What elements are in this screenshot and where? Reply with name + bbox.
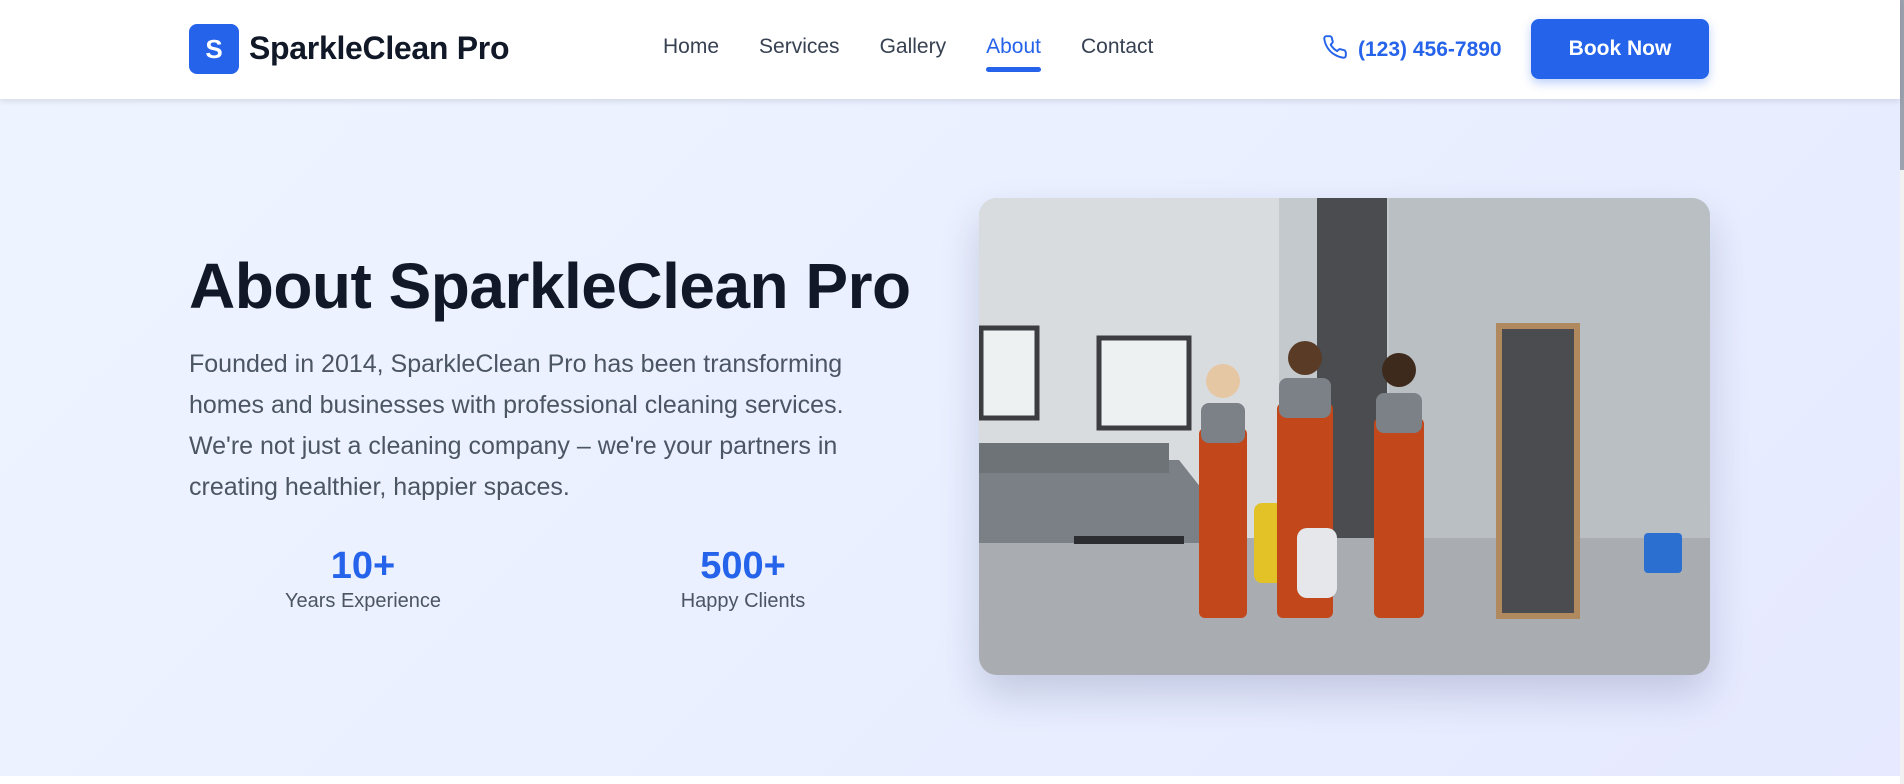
nav-item-home[interactable]: Home	[663, 33, 719, 61]
nav-item-contact[interactable]: Contact	[1081, 33, 1153, 61]
about-hero: About SparkleClean Pro Founded in 2014, …	[0, 99, 1900, 776]
about-description: Founded in 2014, SparkleClean Pro has be…	[189, 350, 844, 501]
scrollbar-thumb[interactable]	[1900, 0, 1904, 170]
page-scrollbar[interactable]	[1900, 0, 1904, 784]
team-photo	[979, 198, 1710, 675]
stat-label: Happy Clients	[680, 590, 806, 612]
nav-item-about[interactable]: About	[986, 33, 1041, 72]
main-nav: Home Services Gallery About Contact	[663, 33, 1153, 72]
stat-years: 10+ Years Experience	[243, 544, 483, 613]
book-now-button[interactable]: Book Now	[1531, 19, 1709, 79]
site-header: S SparkleClean Pro Home Services Gallery…	[0, 0, 1900, 99]
phone-number: (123) 456-7890	[1358, 38, 1502, 61]
stat-label: Years Experience	[284, 590, 442, 612]
page-title: About SparkleClean Pro	[189, 250, 911, 322]
phone-icon	[1322, 34, 1348, 66]
nav-item-services[interactable]: Services	[759, 33, 840, 61]
phone-link[interactable]: (123) 456-7890	[1322, 34, 1502, 66]
stat-clients: 500+ Happy Clients	[623, 544, 863, 613]
logo-badge[interactable]: S	[189, 24, 239, 74]
stat-value: 500+	[700, 545, 786, 587]
nav-item-gallery[interactable]: Gallery	[880, 33, 947, 61]
brand-name[interactable]: SparkleClean Pro	[249, 30, 510, 67]
stat-value: 10+	[330, 545, 396, 587]
